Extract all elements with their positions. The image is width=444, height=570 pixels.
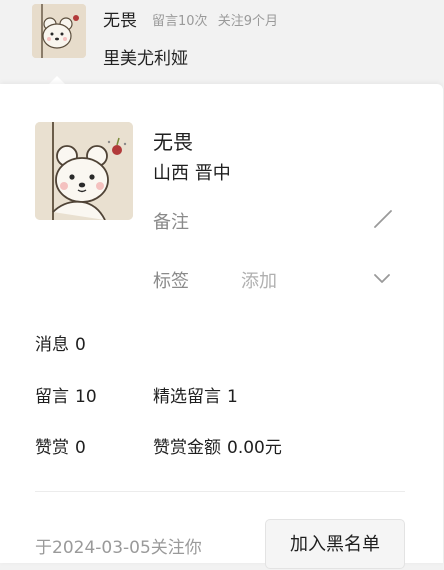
chevron-down-icon[interactable]: [372, 270, 392, 286]
featured-value: 1: [227, 387, 238, 407]
messages-stat: 消息 0: [35, 330, 86, 355]
reward-amount-stat: 赞赏金额 0.00元: [153, 433, 282, 458]
divider: [35, 491, 405, 492]
user-profile-popup: 无畏 山西 晋中 备注 标签 添加 消息 0 留言 10 精选留言 1 赞赏 0 赞赏金…: [0, 84, 443, 569]
commenter-meta: 留言10次 关注9个月: [152, 10, 278, 29]
comments-value: 10: [75, 387, 97, 407]
bear-avatar-icon: [32, 4, 86, 58]
rewards-value: 0: [75, 438, 86, 458]
add-to-blacklist-button[interactable]: 加入黑名单: [265, 519, 405, 569]
profile-region: 山西 晋中: [153, 163, 231, 184]
messages-value: 0: [75, 335, 86, 355]
reward-amount-label: 赞赏金额: [153, 438, 221, 458]
pencil-icon[interactable]: [372, 208, 394, 230]
bear-avatar-icon: [35, 122, 133, 220]
tag-label: 标签: [153, 271, 189, 292]
comments-label: 留言: [35, 387, 69, 407]
add-tag-button[interactable]: 添加: [241, 267, 277, 293]
comments-stat: 留言 10: [35, 382, 97, 407]
follow-duration: 关注9个月: [217, 14, 278, 29]
featured-comments-stat: 精选留言 1: [153, 382, 238, 407]
remark-label: 备注: [153, 212, 189, 233]
profile-name: 无畏: [153, 130, 193, 154]
avatar[interactable]: [32, 4, 86, 58]
reward-amount-value: 0.00元: [227, 438, 282, 458]
rewards-stat: 赞赏 0: [35, 433, 86, 458]
featured-label: 精选留言: [153, 387, 221, 407]
comment-count: 留言10次: [152, 14, 208, 29]
follow-date: 于2024-03-05关注你: [35, 538, 202, 558]
rewards-label: 赞赏: [35, 438, 69, 458]
messages-label: 消息: [35, 335, 69, 355]
profile-avatar: [35, 122, 133, 220]
commenter-name: 无畏: [103, 11, 137, 31]
comment-text: 里美尤利娅: [103, 49, 188, 69]
